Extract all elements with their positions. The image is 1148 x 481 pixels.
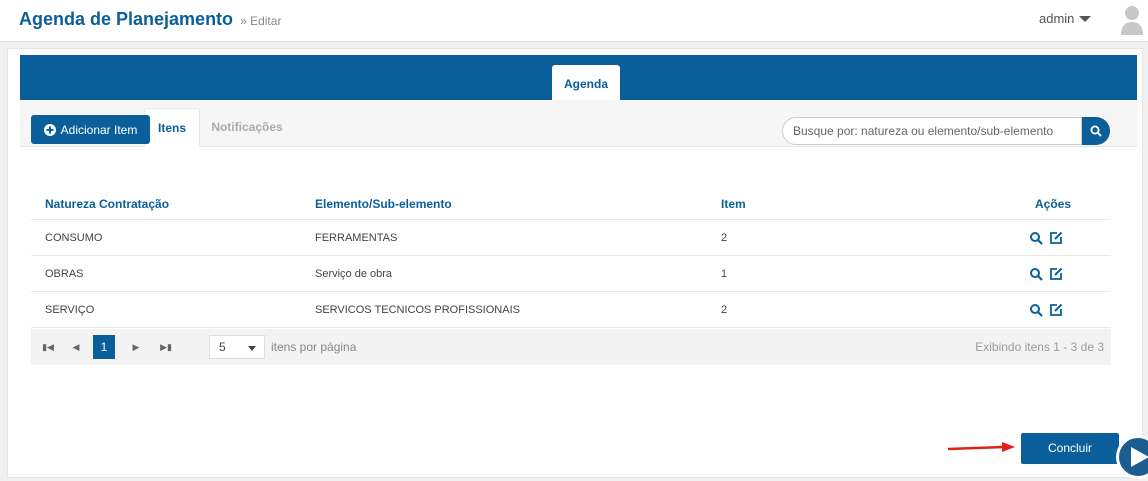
table-row: SERVIÇO SERVICOS TECNICOS PROFISSIONAIS … [31,292,1111,328]
card-header: Agenda [20,55,1137,100]
search-button[interactable] [1082,117,1110,145]
cell-elemento: Serviço de obra [315,268,393,280]
table-row: OBRAS Serviço de obra 1 [31,256,1111,292]
page-title: Agenda de Planejamento » Editar [19,9,281,30]
top-header: Agenda de Planejamento » Editar admin [0,0,1148,42]
col-acoes: Ações [1035,197,1072,211]
view-icon[interactable] [1029,231,1043,245]
page-title-text: Agenda de Planejamento [19,9,234,29]
next-page-icon[interactable]: ▶ [125,335,147,359]
row-actions [1029,303,1063,317]
tab-itens[interactable]: Itens [144,108,200,147]
edit-icon[interactable] [1049,231,1063,245]
page-breadcrumb: » Editar [240,14,282,28]
page-size-select[interactable]: 5 [209,335,265,359]
search-icon [1090,125,1102,137]
avatar[interactable] [1121,5,1143,35]
row-actions [1029,267,1063,281]
row-actions [1029,231,1063,245]
prev-page-icon[interactable]: ◀ [65,335,87,359]
table-row: CONSUMO FERRAMENTAS 2 [31,220,1111,256]
user-name: admin [1039,11,1075,26]
items-table: Natureza Contratação Elemento/Sub-elemen… [31,188,1111,328]
add-item-button[interactable]: Adicionar Item [31,115,150,144]
edit-icon[interactable] [1049,267,1063,281]
user-menu[interactable]: admin [1039,11,1092,26]
last-page-icon[interactable]: ▶▮ [155,335,177,359]
play-icon [1131,447,1148,467]
cell-item: 1 [721,268,728,280]
view-icon[interactable] [1029,267,1043,281]
cell-natureza: CONSUMO [45,232,103,244]
floating-play-button[interactable] [1116,435,1148,479]
dropdown-arrow-icon [248,346,256,351]
concluir-button[interactable]: Concluir [1021,433,1119,464]
page-size-label: itens por página [271,340,357,354]
page-number-current[interactable]: 1 [93,335,115,359]
cell-natureza: SERVIÇO [45,304,95,316]
plus-circle-icon [43,123,56,136]
caret-down-icon [1079,15,1092,22]
cell-item: 2 [721,304,728,316]
col-elemento[interactable]: Elemento/Sub-elemento [315,197,452,211]
pagination-info: Exibindo itens 1 - 3 de 3 [975,340,1104,354]
cell-elemento: SERVICOS TECNICOS PROFISSIONAIS [315,304,520,316]
pagination-bar: ▮◀ ◀ 1 ▶ ▶▮ 5 itens por página Exibindo … [31,329,1111,365]
add-item-label: Adicionar Item [60,122,138,137]
view-icon[interactable] [1029,303,1043,317]
cell-elemento: FERRAMENTAS [315,232,398,244]
table-header: Natureza Contratação Elemento/Sub-elemen… [31,188,1111,220]
tab-agenda[interactable]: Agenda [552,65,620,100]
tab-notificacoes[interactable]: Notificações [200,108,294,147]
search-input[interactable] [782,117,1082,145]
red-arrow-annotation [947,442,1015,452]
cell-item: 2 [721,232,728,244]
col-natureza[interactable]: Natureza Contratação [45,197,169,211]
col-item[interactable]: Item [721,197,746,211]
first-page-icon[interactable]: ▮◀ [37,335,59,359]
cell-natureza: OBRAS [45,268,84,280]
edit-icon[interactable] [1049,303,1063,317]
page-size-value: 5 [219,340,226,354]
